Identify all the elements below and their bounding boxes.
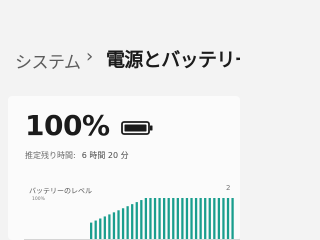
battery-level-bar (163, 198, 166, 239)
battery-level-bar (144, 198, 148, 239)
battery-level-chart: 100% (24, 196, 240, 240)
battery-level-bar (131, 204, 134, 239)
battery-level-bar (153, 198, 157, 239)
battery-level-bar (126, 206, 129, 239)
battery-level-bar (94, 220, 97, 239)
battery-level-bar (217, 198, 221, 239)
battery-level-bar (121, 208, 125, 239)
breadcrumb-system-link[interactable]: システム (15, 48, 81, 73)
battery-level-bar (199, 198, 202, 239)
battery-level-bar (112, 212, 116, 239)
battery-level-bar (103, 216, 106, 239)
battery-level-bar (158, 198, 161, 239)
battery-level-bar (213, 198, 216, 239)
battery-level-bar (204, 198, 207, 239)
page-title: 電源とバッテリー (106, 49, 240, 71)
battery-level-chart-title: バッテリーのレベル (29, 187, 92, 195)
estimated-time-label: 推定残り時間: (25, 151, 76, 160)
y-tick-label: 100% (32, 196, 46, 202)
battery-level-bar (135, 202, 138, 239)
estimated-time-value: 6 時間 20 分 (81, 151, 129, 160)
battery-level-bar (208, 198, 211, 239)
battery-level-bar (176, 198, 179, 239)
battery-level-bar (99, 218, 102, 239)
battery-level-bar (194, 198, 198, 239)
battery-level-bar (190, 198, 193, 239)
battery-level-bar (140, 200, 143, 239)
battery-level-bar (185, 198, 189, 239)
battery-level-bar (222, 198, 225, 239)
battery-level-bar (108, 214, 111, 239)
battery-full-icon (121, 121, 153, 135)
battery-level-bar (167, 198, 170, 239)
battery-level-bar (172, 198, 175, 239)
battery-fill (124, 124, 147, 132)
battery-level-bar (117, 210, 120, 239)
battery-level-bar (90, 222, 93, 239)
estimated-time-remaining: 推定残り時間: 6 時間 20 分 (25, 150, 129, 161)
side-panel-label: 2 (226, 184, 231, 192)
settings-window: システム › 電源とバッテリー 100% 推定残り時間: 6 時間 20 分 バッ… (0, 0, 240, 240)
battery-level-bar (181, 198, 184, 239)
battery-terminal (150, 125, 153, 131)
battery-level-bar (231, 198, 234, 239)
battery-level-bar (226, 198, 230, 239)
battery-percentage: 100% (25, 109, 110, 142)
chevron-right-icon: › (86, 46, 94, 67)
battery-level-bar (149, 198, 152, 239)
